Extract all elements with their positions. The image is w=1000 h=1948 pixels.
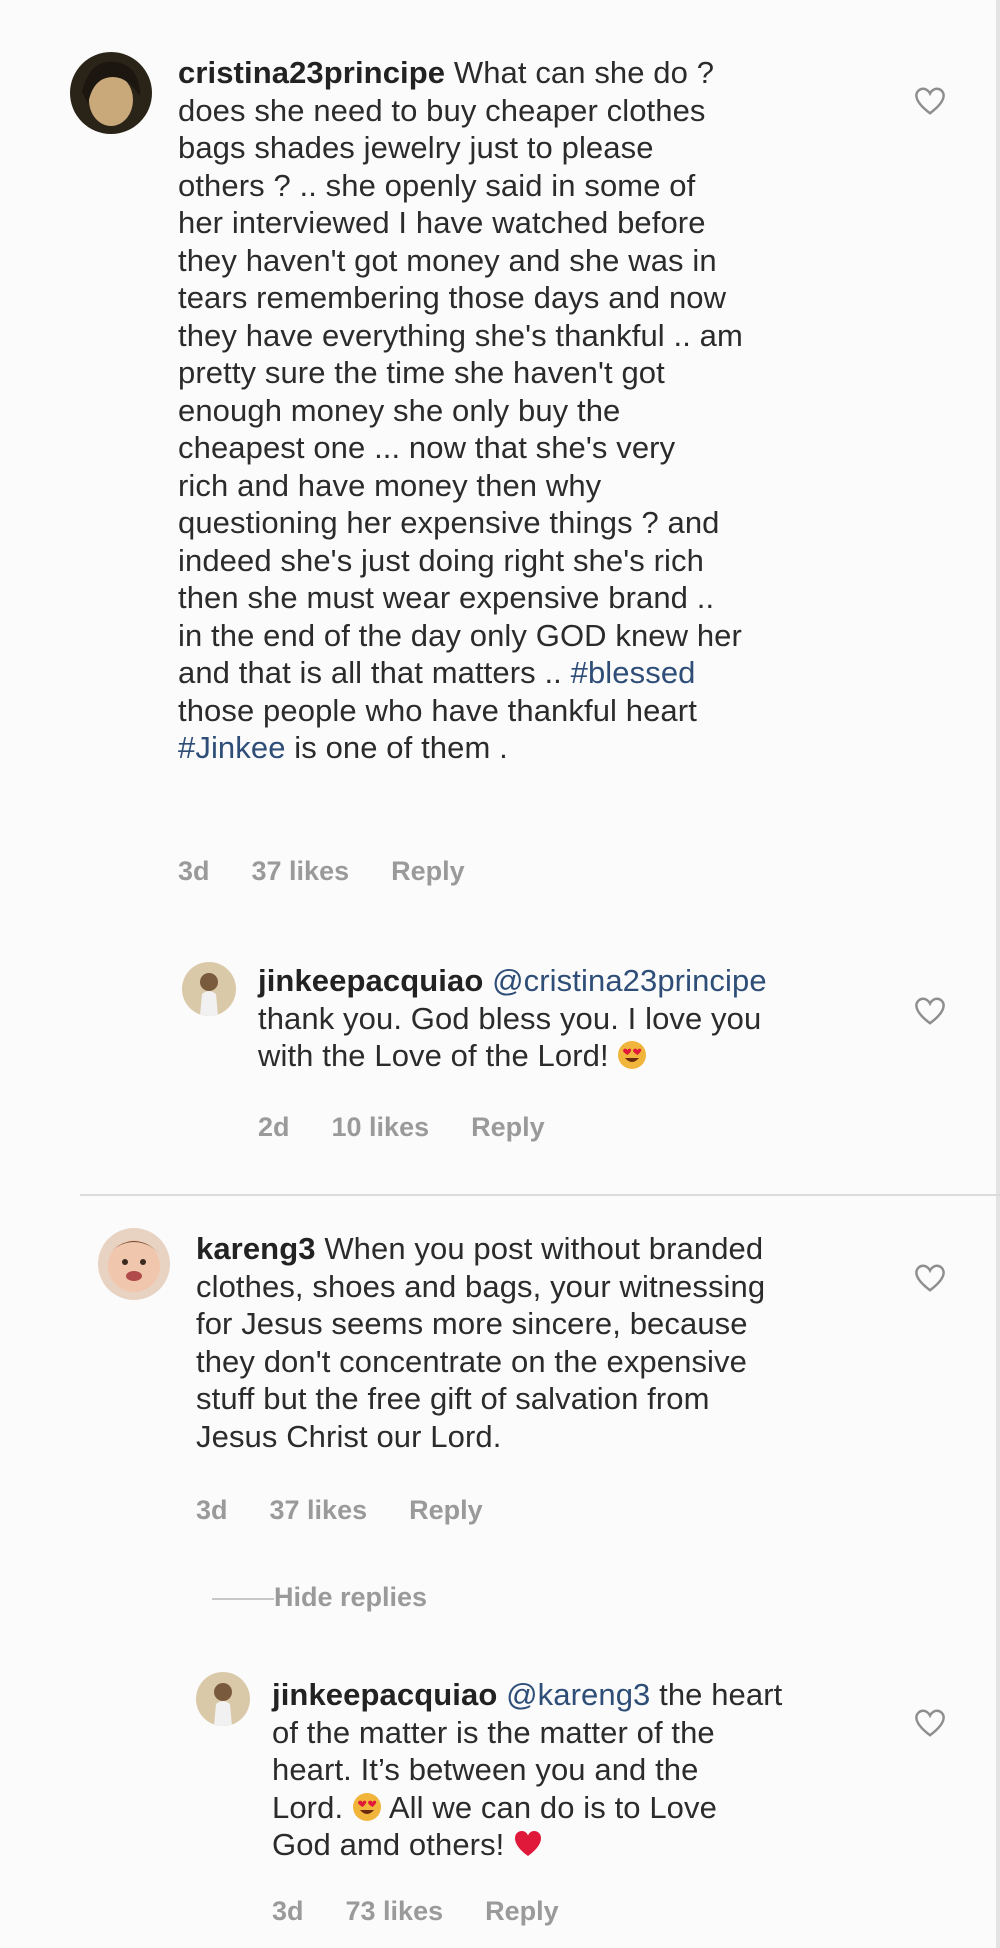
like-heart-icon[interactable] — [913, 1263, 947, 1293]
reply-button[interactable]: Reply — [485, 1896, 559, 1927]
mention-link[interactable]: @kareng3 — [506, 1677, 650, 1712]
comment-meta: 3d 37 likes Reply — [178, 856, 465, 887]
avatar[interactable] — [98, 1228, 170, 1300]
comment-meta: 2d 10 likes Reply — [258, 1112, 545, 1143]
timestamp: 3d — [196, 1495, 228, 1525]
reply-button[interactable]: Reply — [409, 1495, 483, 1526]
heart-eyes-emoji — [617, 1040, 647, 1070]
hide-replies-line — [212, 1598, 274, 1600]
comment-text: kareng3 When you post without branded cl… — [196, 1231, 766, 1454]
timestamp: 2d — [258, 1112, 290, 1142]
heart-eyes-emoji — [352, 1792, 382, 1822]
like-heart-icon[interactable] — [913, 86, 947, 116]
comment-text: cristina23principe What can she do ? doe… — [178, 55, 743, 765]
comment-divider — [80, 1194, 1000, 1196]
username-link[interactable]: jinkeepacquiao — [258, 963, 483, 998]
hide-replies-button[interactable]: Hide replies — [274, 1582, 427, 1613]
avatar[interactable] — [182, 962, 236, 1016]
hashtag-link[interactable]: #blessed — [571, 655, 696, 690]
likes-count[interactable]: 37 likes — [270, 1495, 368, 1526]
scroll-edge — [996, 0, 1000, 1948]
username-link[interactable]: jinkeepacquiao — [272, 1677, 497, 1712]
reply-button[interactable]: Reply — [391, 856, 465, 887]
like-heart-icon[interactable] — [913, 996, 947, 1026]
comment-meta: 3d 37 likes Reply — [196, 1495, 483, 1526]
username-link[interactable]: kareng3 — [196, 1231, 316, 1266]
likes-count[interactable]: 10 likes — [332, 1112, 430, 1143]
like-heart-icon[interactable] — [913, 1708, 947, 1738]
timestamp: 3d — [272, 1896, 304, 1926]
reply-text: jinkeepacquiao @cristina23principe thank… — [258, 963, 767, 1073]
red-heart-emoji — [513, 1829, 543, 1859]
avatar[interactable] — [70, 52, 152, 134]
timestamp: 3d — [178, 856, 210, 886]
likes-count[interactable]: 37 likes — [252, 856, 350, 887]
likes-count[interactable]: 73 likes — [346, 1896, 444, 1927]
reply-button[interactable]: Reply — [471, 1112, 545, 1143]
hashtag-link[interactable]: #Jinkee — [178, 730, 286, 765]
username-link[interactable]: cristina23principe — [178, 55, 445, 90]
mention-link[interactable]: @cristina23principe — [492, 963, 767, 998]
avatar[interactable] — [196, 1672, 250, 1726]
reply-text: jinkeepacquiao @kareng3 the heart of the… — [272, 1677, 783, 1862]
comment-meta: 3d 73 likes Reply — [272, 1896, 559, 1927]
